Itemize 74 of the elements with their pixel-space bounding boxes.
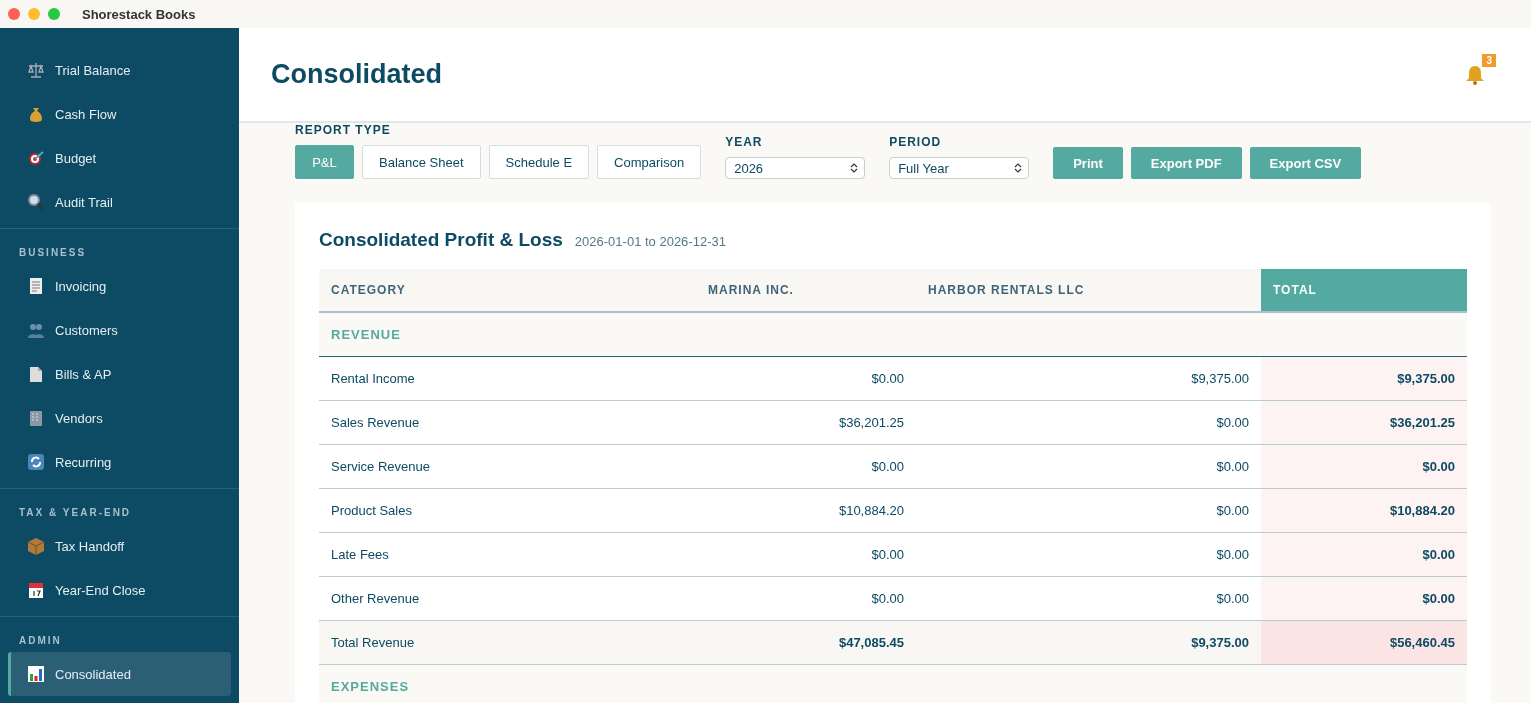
building-icon (27, 409, 45, 427)
table-cell: $0.00 (1261, 576, 1467, 621)
page-title: Consolidated (271, 59, 442, 90)
column-header: HARBOR RENTALS LLC (916, 269, 1261, 312)
section-label: BUSINESS (18, 246, 88, 260)
column-header: CATEGORY (319, 269, 696, 312)
report-type-label: REPORT TYPE (295, 123, 392, 137)
minimize-button[interactable] (28, 8, 40, 20)
table-cell: $0.00 (696, 532, 916, 577)
bar-chart-icon (27, 665, 45, 683)
sidebar-item[interactable]: Audit Trail (8, 180, 231, 224)
report-type-option[interactable]: Schedule E (488, 145, 590, 179)
date-range: 2026-01-01 to 2026-12-31 (574, 234, 726, 249)
section-heading: EXPENSES (319, 664, 696, 703)
sidebar-item[interactable]: Year-End Close (8, 568, 231, 612)
table-cell: $47,085.45 (696, 620, 916, 665)
refresh-icon (27, 453, 45, 471)
section-label: TAX & YEAR-END (18, 506, 133, 520)
calendar-icon (27, 581, 45, 599)
window-title: Shorestack Books (82, 6, 196, 22)
zoom-button[interactable] (48, 8, 60, 20)
sidebar-item[interactable]: Customers (8, 308, 231, 352)
table-cell: $0.00 (696, 444, 916, 489)
sidebar-item[interactable]: Trial Balance (8, 48, 231, 92)
receipt-icon (27, 277, 45, 295)
table-cell: Sales Revenue (319, 400, 696, 445)
table-cell: Service Revenue (319, 444, 696, 489)
report-type-option[interactable]: Comparison (597, 145, 702, 179)
sidebar-item[interactable]: Vendors (8, 396, 231, 440)
table-cell: $36,201.25 (696, 400, 916, 445)
dart-target-icon (27, 149, 45, 167)
table-cell: $0.00 (1261, 532, 1467, 577)
table-cell: Rental Income (319, 356, 696, 401)
report-type-option[interactable]: Balance Sheet (362, 145, 481, 179)
bell-icon[interactable] (1464, 63, 1486, 86)
table-cell: $0.00 (1261, 444, 1467, 489)
table-cell: Late Fees (319, 532, 696, 577)
money-bag-icon (27, 105, 45, 123)
report-title: Consolidated Profit & Loss (319, 229, 563, 251)
table-cell: $0.00 (696, 576, 916, 621)
table-cell: $9,375.00 (916, 620, 1261, 665)
section-heading: REVENUE (319, 312, 696, 357)
column-header: TOTAL (1261, 269, 1467, 312)
period-select[interactable]: Full Year (889, 157, 1030, 179)
sidebar-item[interactable]: Budget (8, 136, 231, 180)
document-icon (27, 365, 45, 383)
sidebar-item[interactable]: Recurring (8, 440, 231, 484)
table-cell: $10,884.20 (1261, 488, 1467, 533)
table-cell: Other Revenue (319, 576, 696, 621)
sidebar-item[interactable]: Bills & AP (8, 352, 231, 396)
magnifier-icon (27, 193, 45, 211)
sidebar-item[interactable]: Invoicing (8, 264, 231, 308)
sidebar-item[interactable]: Tax Handoff (8, 524, 231, 568)
table-cell: Total Revenue (319, 620, 696, 665)
chevron-icon (1014, 163, 1023, 173)
scales-icon (27, 61, 45, 79)
year-label: YEAR (725, 135, 764, 149)
table-cell: Product Sales (319, 488, 696, 533)
period-label: PERIOD (889, 135, 943, 149)
table-cell: $9,375.00 (1261, 356, 1467, 401)
year-select[interactable]: 2026 (725, 157, 866, 179)
table-cell: $36,201.25 (1261, 400, 1467, 445)
close-button[interactable] (8, 8, 20, 20)
table-cell: $56,460.45 (1261, 620, 1467, 665)
package-icon (27, 537, 45, 555)
column-header: MARINA INC. (696, 269, 916, 312)
notification-badge: 3 (1482, 53, 1496, 67)
sidebar-item[interactable]: Cash Flow (8, 92, 231, 136)
section-label: ADMIN (18, 634, 63, 648)
chevron-icon (850, 163, 859, 173)
sidebar-item[interactable]: Consolidated (8, 652, 231, 696)
table-cell: $10,884.20 (696, 488, 916, 533)
people-icon (27, 321, 45, 339)
table-cell: $0.00 (696, 356, 916, 401)
